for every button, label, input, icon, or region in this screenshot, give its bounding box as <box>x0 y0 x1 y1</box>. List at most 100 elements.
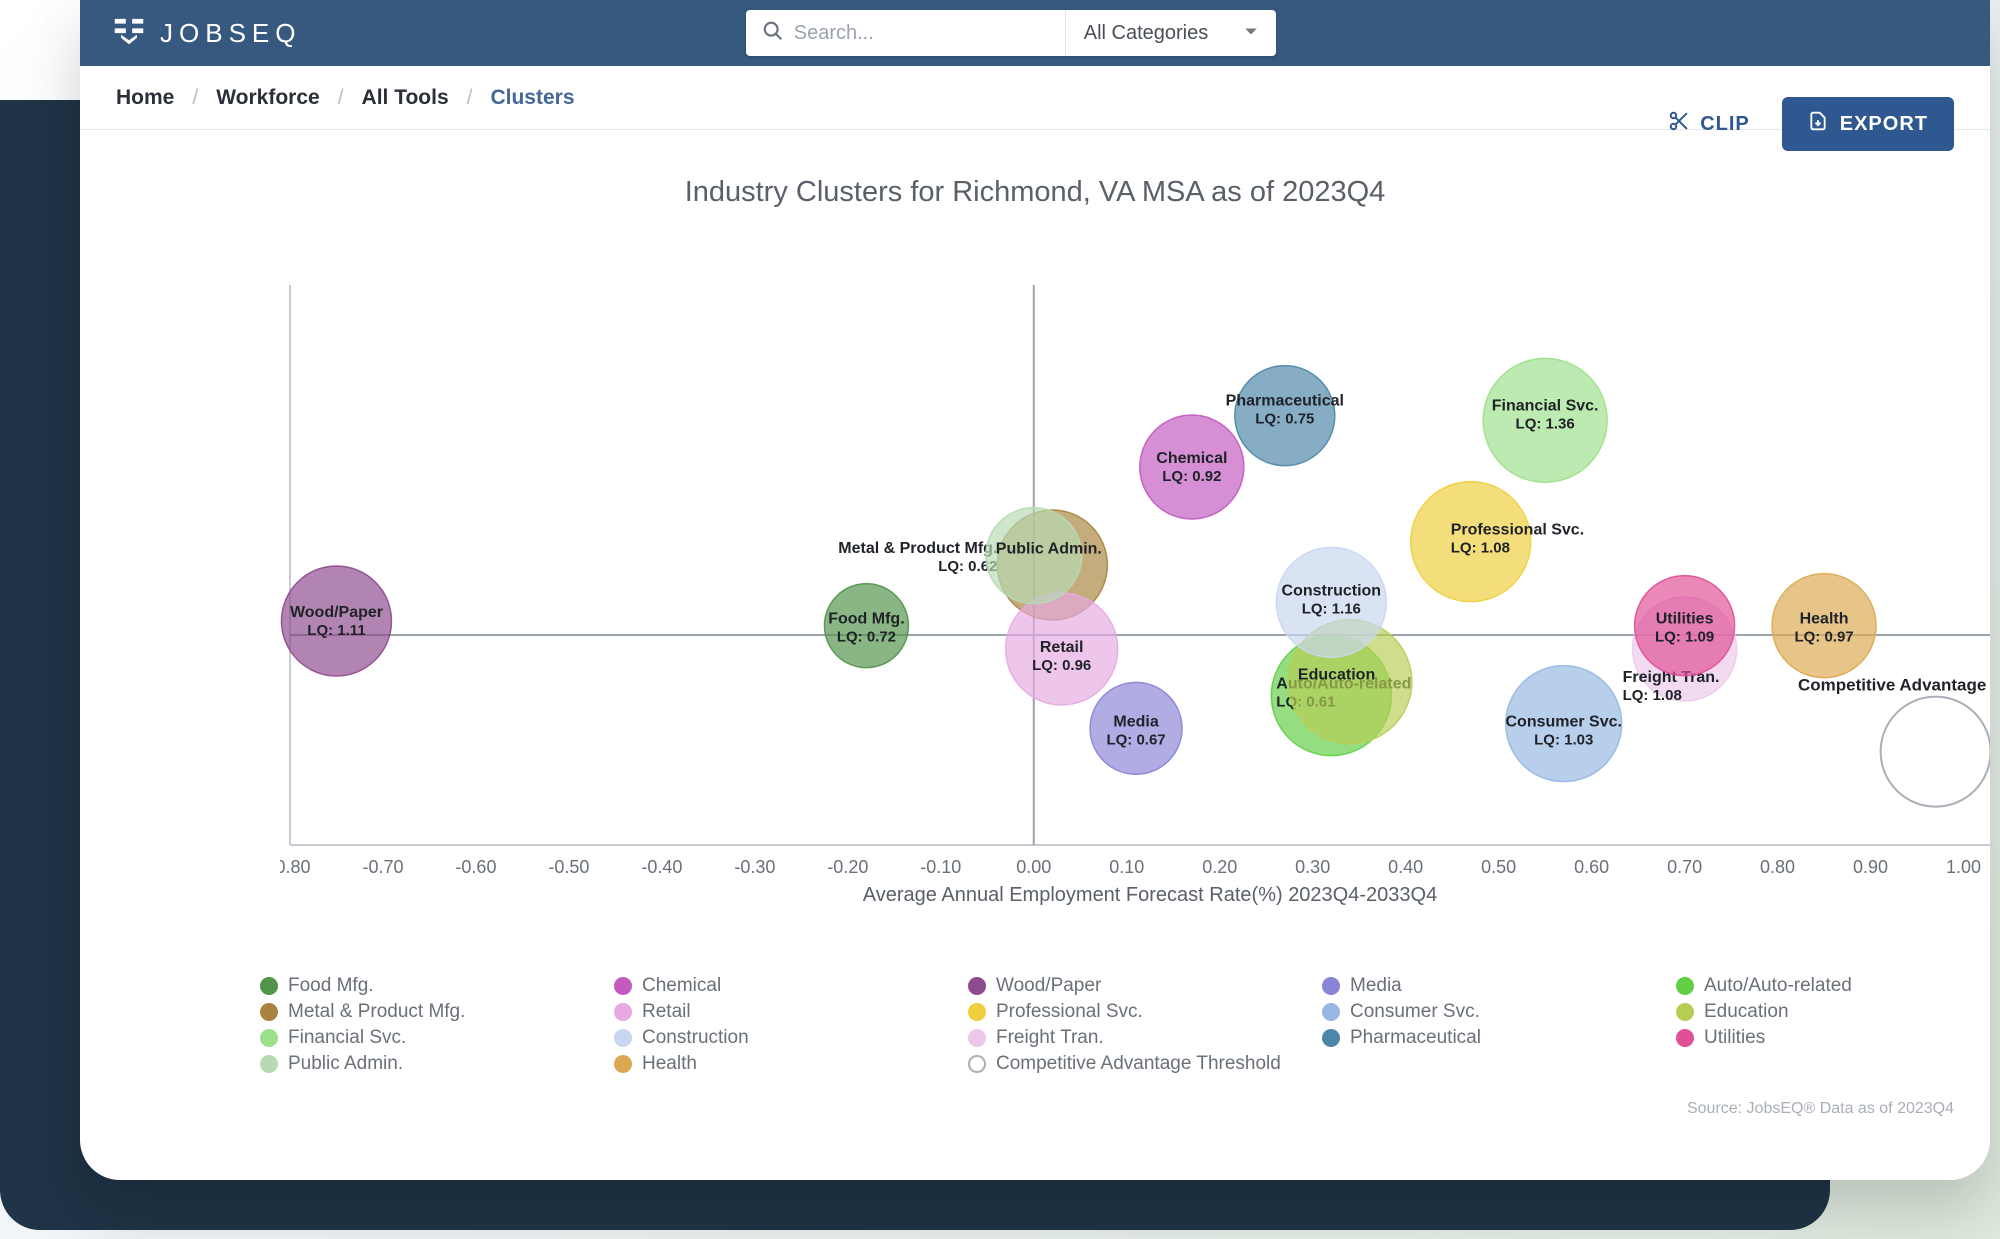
legend-swatch <box>1322 1003 1340 1021</box>
svg-text:Average Annual Employment Fore: Average Annual Employment Forecast Rate(… <box>863 884 1437 905</box>
svg-text:Food Mfg.: Food Mfg. <box>828 611 904 628</box>
legend-swatch <box>1322 1029 1340 1047</box>
file-export-icon <box>1808 111 1828 137</box>
breadcrumb-workforce[interactable]: Workforce <box>216 86 319 110</box>
search-box[interactable] <box>746 10 1066 56</box>
bubble-chart[interactable]: -0.80-0.70-0.60-0.50-0.40-0.30-0.20-0.10… <box>280 215 1990 905</box>
legend-label: Retail <box>642 1001 691 1023</box>
legend-label: Food Mfg. <box>288 975 374 997</box>
search-input[interactable] <box>794 22 1049 45</box>
svg-text:Consumer Svc.: Consumer Svc. <box>1505 714 1621 731</box>
legend-item-retail[interactable]: Retail <box>614 1001 958 1023</box>
bubble-utilities[interactable]: UtilitiesLQ: 1.09 <box>1635 576 1735 676</box>
legend-swatch <box>614 1003 632 1021</box>
clip-label: CLIP <box>1700 113 1750 136</box>
legend-item-competitive-advantage-threshold[interactable]: Competitive Advantage Threshold <box>968 1053 1312 1075</box>
legend-item-food-mfg-[interactable]: Food Mfg. <box>260 975 604 997</box>
bubble-chemical[interactable]: ChemicalLQ: 0.92 <box>1140 415 1244 519</box>
bubble-wood-paper[interactable]: Wood/PaperLQ: 1.11 <box>281 566 391 676</box>
bubble-professional-svc-[interactable]: Professional Svc.LQ: 1.08 <box>1411 482 1584 602</box>
svg-text:Education: Education <box>1298 667 1375 684</box>
legend-item-utilities[interactable]: Utilities <box>1676 1027 1990 1049</box>
legend-label: Financial Svc. <box>288 1027 406 1049</box>
export-button[interactable]: EXPORT <box>1782 97 1954 151</box>
bubble-food-mfg-[interactable]: Food Mfg.LQ: 0.72 <box>824 584 908 668</box>
legend-item-health[interactable]: Health <box>614 1053 958 1075</box>
svg-text:Metal & Product Mfg.: Metal & Product Mfg. <box>838 540 997 557</box>
category-select-label: All Categories <box>1084 22 1209 45</box>
search-group: All Categories <box>746 10 1276 56</box>
svg-text:-0.40: -0.40 <box>641 857 682 877</box>
svg-text:LQ: 0.72: LQ: 0.72 <box>837 629 896 646</box>
legend-item-pharmaceutical[interactable]: Pharmaceutical <box>1322 1027 1666 1049</box>
legend-item-chemical[interactable]: Chemical <box>614 975 958 997</box>
legend-swatch <box>260 1055 278 1073</box>
legend-item-consumer-svc-[interactable]: Consumer Svc. <box>1322 1001 1666 1023</box>
svg-text:0.10: 0.10 <box>1109 857 1144 877</box>
svg-text:LQ: 1.08: LQ: 1.08 <box>1451 540 1510 557</box>
legend-item-professional-svc-[interactable]: Professional Svc. <box>968 1001 1312 1023</box>
bubble-construction[interactable]: ConstructionLQ: 1.16 <box>1276 547 1386 657</box>
bubble-financial-svc-[interactable]: Financial Svc.LQ: 1.36 <box>1483 358 1607 482</box>
clip-button[interactable]: CLIP <box>1654 100 1764 148</box>
legend-swatch <box>1322 977 1340 995</box>
svg-text:LQ: 1.08: LQ: 1.08 <box>1623 687 1682 704</box>
legend-swatch <box>260 977 278 995</box>
bubble-consumer-svc-[interactable]: Consumer Svc.LQ: 1.03 <box>1505 666 1621 782</box>
svg-text:Media: Media <box>1113 713 1158 730</box>
topbar: JOBSEQ All Categories <box>80 0 1990 66</box>
svg-text:-0.60: -0.60 <box>455 857 496 877</box>
legend-label: Wood/Paper <box>996 975 1101 997</box>
svg-text:-0.30: -0.30 <box>734 857 775 877</box>
bubble-media[interactable]: MediaLQ: 0.67 <box>1090 682 1182 774</box>
bubble-pharmaceutical[interactable]: PharmaceuticalLQ: 0.75 <box>1226 366 1344 466</box>
svg-text:LQ: 0.96: LQ: 0.96 <box>1032 657 1091 674</box>
legend-label: Competitive Advantage Threshold <box>996 1053 1281 1075</box>
legend-item-wood-paper[interactable]: Wood/Paper <box>968 975 1312 997</box>
legend-swatch <box>614 977 632 995</box>
legend-label: Education <box>1704 1001 1789 1023</box>
legend-swatch <box>260 1003 278 1021</box>
breadcrumb-home[interactable]: Home <box>116 86 174 110</box>
svg-text:LQ: 0.92: LQ: 0.92 <box>1162 468 1221 485</box>
legend-label: Chemical <box>642 975 721 997</box>
legend-label: Freight Tran. <box>996 1027 1104 1049</box>
svg-text:0.00: 0.00 <box>1016 857 1051 877</box>
action-bar: CLIP EXPORT <box>1654 96 1954 152</box>
legend-swatch <box>1676 1029 1694 1047</box>
svg-text:Financial Svc.: Financial Svc. <box>1492 397 1599 414</box>
legend-label: Utilities <box>1704 1027 1765 1049</box>
svg-text:LQ: 1.11: LQ: 1.11 <box>307 622 365 639</box>
svg-text:Wood/Paper: Wood/Paper <box>290 604 383 621</box>
legend-item-education[interactable]: Education <box>1676 1001 1990 1023</box>
svg-text:Utilities: Utilities <box>1656 611 1714 628</box>
category-select[interactable]: All Categories <box>1066 10 1276 56</box>
legend-label: Metal & Product Mfg. <box>288 1001 465 1023</box>
svg-text:-0.20: -0.20 <box>827 857 868 877</box>
bubble-health[interactable]: HealthLQ: 0.97 <box>1772 574 1876 678</box>
legend-swatch <box>614 1055 632 1073</box>
svg-text:-0.80: -0.80 <box>280 857 311 877</box>
legend-item-public-admin-[interactable]: Public Admin. <box>260 1053 604 1075</box>
legend-swatch <box>260 1029 278 1047</box>
legend-item-financial-svc-[interactable]: Financial Svc. <box>260 1027 604 1049</box>
breadcrumb-alltools[interactable]: All Tools <box>362 86 449 110</box>
svg-text:0.50: 0.50 <box>1481 857 1516 877</box>
legend-label: Health <box>642 1053 697 1075</box>
legend-label: Auto/Auto-related <box>1704 975 1852 997</box>
legend-item-metal-product-mfg-[interactable]: Metal & Product Mfg. <box>260 1001 604 1023</box>
legend-label: Public Admin. <box>288 1053 403 1075</box>
svg-text:LQ: 0.75: LQ: 0.75 <box>1255 411 1314 428</box>
svg-text:LQ: 1.09: LQ: 1.09 <box>1655 629 1714 646</box>
legend-swatch <box>1676 977 1694 995</box>
legend-item-auto-auto-related[interactable]: Auto/Auto-related <box>1676 975 1990 997</box>
bubble-retail[interactable]: RetailLQ: 0.96 <box>1006 593 1118 705</box>
svg-text:Health: Health <box>1800 611 1849 628</box>
legend-item-media[interactable]: Media <box>1322 975 1666 997</box>
legend-item-construction[interactable]: Construction <box>614 1027 958 1049</box>
legend-item-freight-tran-[interactable]: Freight Tran. <box>968 1027 1312 1049</box>
brand[interactable]: JOBSEQ <box>110 11 301 56</box>
svg-text:LQ: 1.03: LQ: 1.03 <box>1534 732 1593 749</box>
svg-text:Public Admin.: Public Admin. <box>996 541 1102 558</box>
svg-text:-0.10: -0.10 <box>920 857 961 877</box>
